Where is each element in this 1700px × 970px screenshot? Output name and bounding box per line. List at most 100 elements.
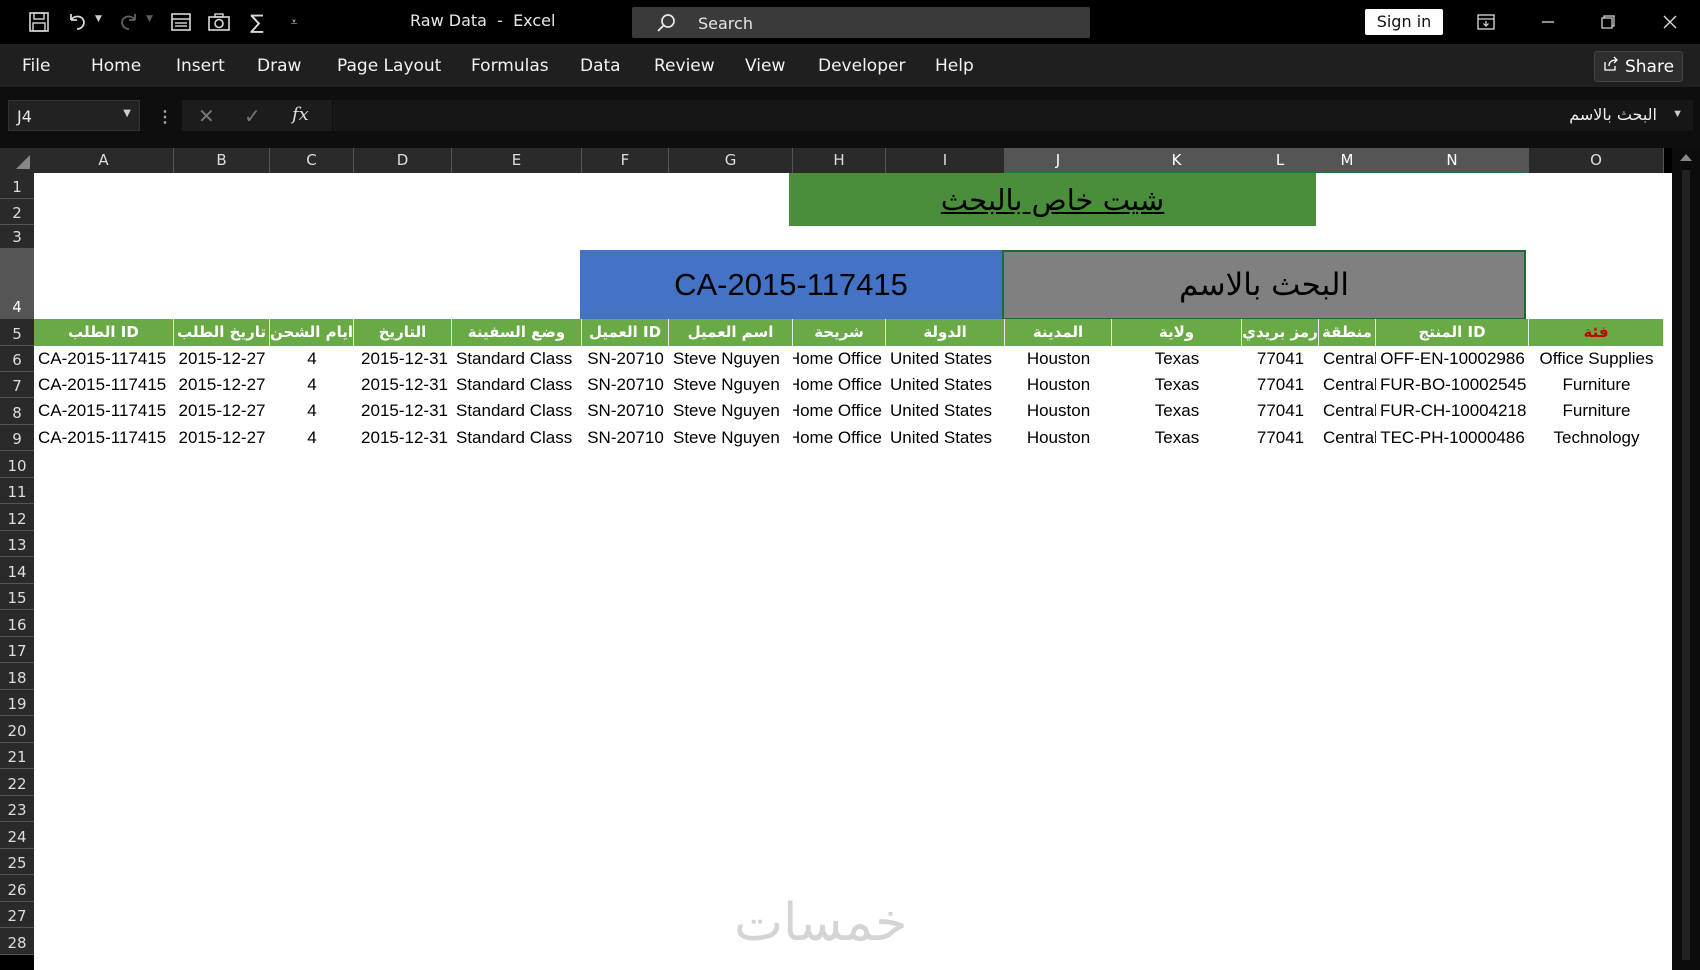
search-label-cell[interactable]: البحث بالاسم xyxy=(1002,250,1526,320)
formula-input[interactable]: البحث بالاسم ▼ xyxy=(333,100,1693,131)
name-box[interactable]: J4 ▼ xyxy=(8,100,140,131)
table-cell[interactable]: 2015-12-31 xyxy=(354,346,452,372)
tab-file[interactable]: File xyxy=(22,56,50,76)
column-header-g[interactable]: G xyxy=(669,148,793,173)
row-header-28[interactable]: 28 xyxy=(0,928,34,955)
column-header-m[interactable]: M xyxy=(1319,148,1376,173)
table-cell[interactable]: Standard Class xyxy=(452,398,582,424)
row-header-27[interactable]: 27 xyxy=(0,902,34,928)
table-cell[interactable]: United States xyxy=(886,346,1005,372)
row-header-8[interactable]: 8 xyxy=(0,398,34,425)
table-header-cell[interactable]: ولاية xyxy=(1112,319,1242,346)
row-header-10[interactable]: 10 xyxy=(0,451,34,478)
more-options-icon[interactable]: ⋮ xyxy=(157,107,173,127)
tab-view[interactable]: View xyxy=(745,56,785,76)
worksheet[interactable]: شيت خاص بالبحث CA-2015-117415 البحث بالا… xyxy=(34,173,1672,970)
table-cell[interactable]: Home Office xyxy=(793,425,886,451)
column-header-c[interactable]: C xyxy=(270,148,354,173)
row-header-24[interactable]: 24 xyxy=(0,822,34,849)
table-header-cell[interactable]: المدينة xyxy=(1005,319,1112,346)
column-header-a[interactable]: A xyxy=(34,148,174,173)
table-cell[interactable]: 4 xyxy=(270,372,354,398)
table-cell[interactable]: Houston xyxy=(1005,372,1112,398)
enter-icon[interactable]: ✓ xyxy=(244,104,261,128)
column-header-e[interactable]: E xyxy=(452,148,582,173)
row-header-13[interactable]: 13 xyxy=(0,531,34,557)
ribbon-display-options-icon[interactable] xyxy=(1466,8,1506,36)
column-header-d[interactable]: D xyxy=(354,148,452,173)
table-cell[interactable]: Steve Nguyen xyxy=(669,398,793,424)
minimize-icon[interactable] xyxy=(1528,8,1568,36)
table-cell[interactable]: Office Supplies xyxy=(1529,346,1664,372)
table-cell[interactable]: Steve Nguyen xyxy=(669,372,793,398)
row-header-12[interactable]: 12 xyxy=(0,504,34,531)
table-header-cell[interactable]: ID الطلب xyxy=(34,319,174,346)
table-cell[interactable]: United States xyxy=(886,425,1005,451)
table-cell[interactable]: Technology xyxy=(1529,425,1664,451)
sign-in-button[interactable]: Sign in xyxy=(1365,9,1443,35)
table-cell[interactable]: CA-2015-117415 xyxy=(34,372,174,398)
table-cell[interactable]: 77041 xyxy=(1242,346,1319,372)
row-header-7[interactable]: 7 xyxy=(0,372,34,398)
search-value-cell[interactable]: CA-2015-117415 xyxy=(580,250,1002,320)
tab-draw[interactable]: Draw xyxy=(257,56,301,76)
row-header-5[interactable]: 5 xyxy=(0,319,34,346)
table-header-cell[interactable]: ID المنتج xyxy=(1376,319,1529,346)
column-header-b[interactable]: B xyxy=(174,148,270,173)
customize-toolbar-icon[interactable]: ⩡ xyxy=(286,8,302,36)
table-header-cell[interactable]: الدولة xyxy=(886,319,1005,346)
row-header-1[interactable]: 1 xyxy=(0,173,34,199)
close-icon[interactable] xyxy=(1650,8,1690,36)
row-header-3[interactable]: 3 xyxy=(0,225,34,249)
table-header-cell[interactable]: تاريخ الطلب xyxy=(174,319,270,346)
table-cell[interactable]: 77041 xyxy=(1242,425,1319,451)
column-header-l[interactable]: L xyxy=(1242,148,1319,173)
table-cell[interactable]: 4 xyxy=(270,346,354,372)
tab-data[interactable]: Data xyxy=(580,56,621,76)
column-header-k[interactable]: K xyxy=(1112,148,1242,173)
row-header-18[interactable]: 18 xyxy=(0,663,34,690)
table-cell[interactable]: Central xyxy=(1319,398,1376,424)
row-header-16[interactable]: 16 xyxy=(0,610,34,637)
autosum-icon[interactable]: ∑ xyxy=(246,8,268,36)
search-box[interactable]: Search xyxy=(632,7,1090,38)
row-header-9[interactable]: 9 xyxy=(0,425,34,451)
row-header-26[interactable]: 26 xyxy=(0,875,34,902)
column-header-f[interactable]: F xyxy=(582,148,669,173)
scrollbar-thumb[interactable] xyxy=(1682,170,1690,960)
table-cell[interactable]: 2015-12-31 xyxy=(354,425,452,451)
table-cell[interactable]: Texas xyxy=(1112,372,1242,398)
table-cell[interactable]: Steve Nguyen xyxy=(669,425,793,451)
table-cell[interactable]: CA-2015-117415 xyxy=(34,398,174,424)
table-header-cell[interactable]: شريحة xyxy=(793,319,886,346)
table-cell[interactable]: Home Office xyxy=(793,372,886,398)
table-cell[interactable]: SN-20710 xyxy=(582,425,669,451)
column-header-i[interactable]: I xyxy=(886,148,1005,173)
row-header-11[interactable]: 11 xyxy=(0,478,34,504)
tab-insert[interactable]: Insert xyxy=(176,56,225,76)
table-cell[interactable]: 2015-12-27 xyxy=(174,346,270,372)
table-header-cell[interactable]: التاريخ xyxy=(354,319,452,346)
table-cell[interactable]: TEC-PH-10000486 xyxy=(1376,425,1529,451)
table-cell[interactable]: Central xyxy=(1319,346,1376,372)
table-header-cell[interactable]: ID العميل xyxy=(582,319,669,346)
table-cell[interactable]: CA-2015-117415 xyxy=(34,425,174,451)
table-cell[interactable]: Standard Class xyxy=(452,346,582,372)
table-cell[interactable]: 77041 xyxy=(1242,372,1319,398)
row-header-15[interactable]: 15 xyxy=(0,584,34,610)
table-cell[interactable]: Steve Nguyen xyxy=(669,346,793,372)
table-cell[interactable]: Houston xyxy=(1005,425,1112,451)
table-cell[interactable]: 2015-12-31 xyxy=(354,398,452,424)
table-cell[interactable]: 2015-12-31 xyxy=(354,372,452,398)
tab-page-layout[interactable]: Page Layout xyxy=(337,56,441,76)
share-button[interactable]: Share xyxy=(1594,51,1683,82)
insert-function-icon[interactable]: fx xyxy=(292,104,309,125)
row-header-2[interactable]: 2 xyxy=(0,199,34,225)
table-cell[interactable]: Furniture xyxy=(1529,398,1664,424)
table-cell[interactable]: Texas xyxy=(1112,398,1242,424)
table-cell[interactable]: FUR-BO-10002545 xyxy=(1376,372,1529,398)
table-cell[interactable]: Home Office xyxy=(793,398,886,424)
chevron-down-icon[interactable]: ▼ xyxy=(123,108,131,119)
row-header-25[interactable]: 25 xyxy=(0,849,34,875)
redo-icon[interactable] xyxy=(116,8,142,36)
